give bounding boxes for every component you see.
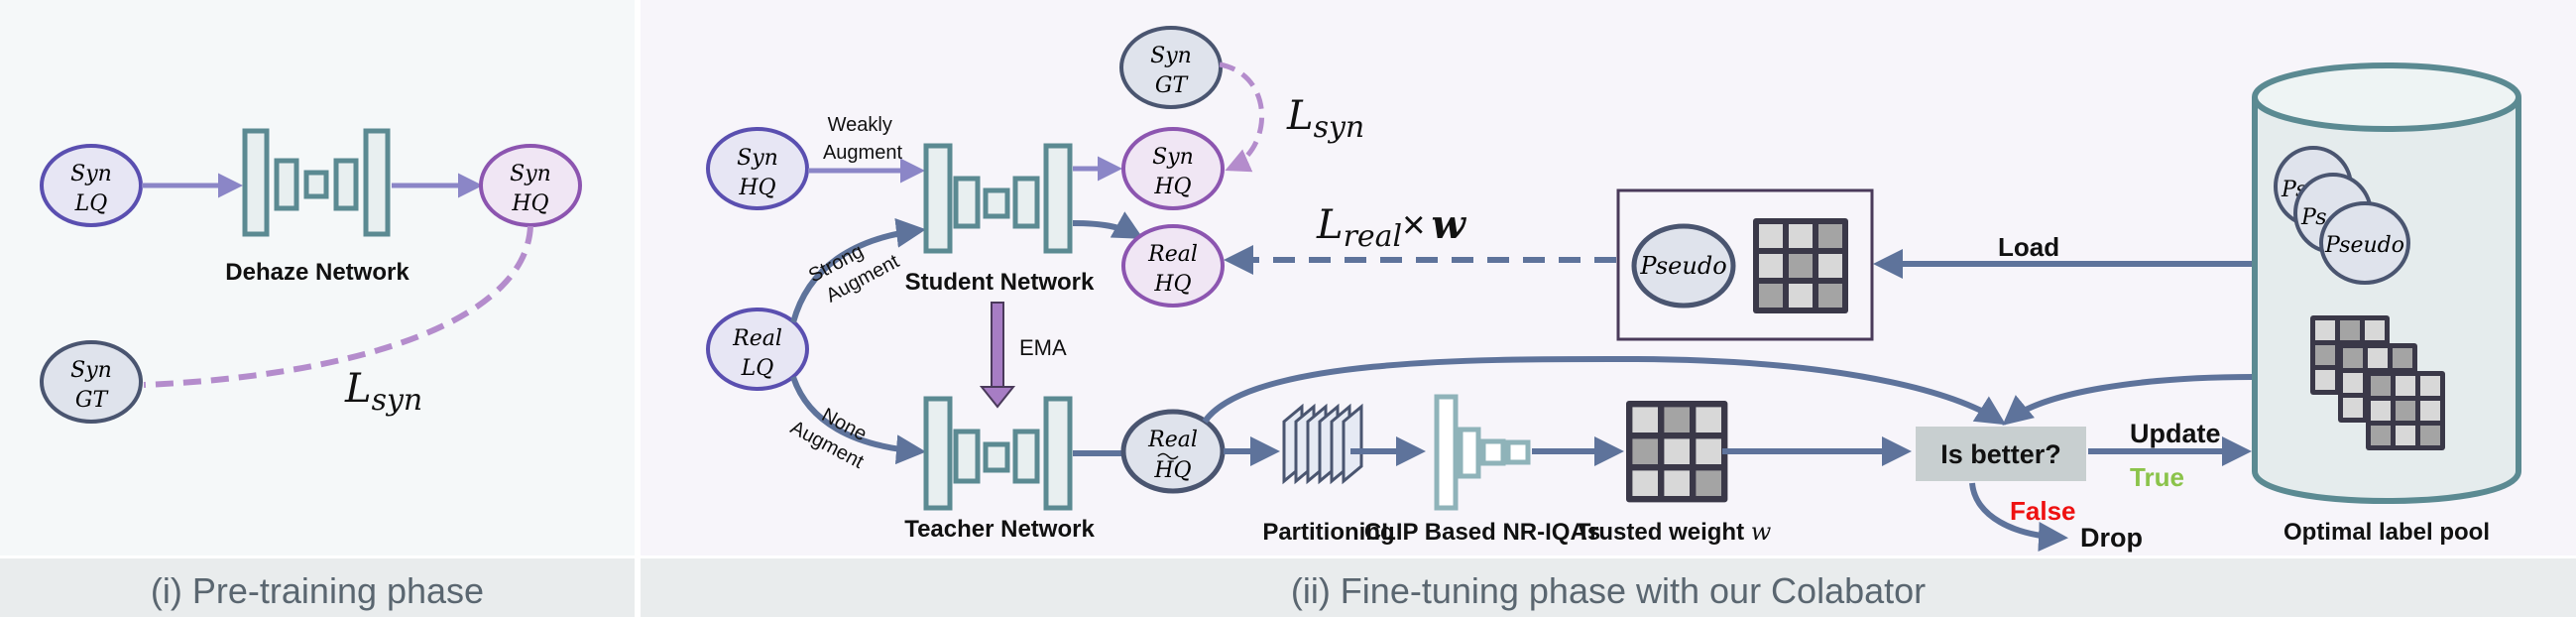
svg-text:Syn: Syn [70,162,112,186]
grid-cell-light [2396,426,2415,445]
grid-cell-light [1696,407,1721,432]
svg-text:Syn: Syn [1152,145,1194,170]
node-real-hq-output: Real HQ [1121,224,1225,308]
grid-cell-light [2368,348,2388,368]
svg-text:Syn: Syn [1150,44,1192,68]
grid-cell-mid [2343,348,2363,368]
load-label: Load [1998,232,2059,262]
node-pseudo: Pseudo [1631,223,1736,308]
ema-label: EMA [1019,335,1067,360]
trusted-weight-grid [1626,401,1728,503]
student-network-label: Student Network [905,269,1095,296]
svg-text:Pseudo: Pseudo [2324,233,2404,258]
pool-grid-front [2366,371,2445,450]
grid-cell-light [1789,284,1813,308]
grid-cell-light [2315,370,2335,390]
grid-cell-mid [2371,376,2391,396]
grid-cell-light [1789,224,1813,248]
true-label: True [2130,462,2184,492]
svg-text:Syn: Syn [510,162,551,186]
dehaze-network-label: Dehaze Network [225,259,410,286]
svg-text:HQ: HQ [738,176,775,200]
grid-cell-mid [2340,320,2360,340]
grid-cell-mid [1759,284,1783,308]
grid-cell-mid [2420,426,2440,445]
svg-text:Real: Real [1147,242,1198,267]
svg-text:Syn: Syn [70,358,112,383]
svg-text:Syn: Syn [737,146,778,171]
grid-cell-mid [1632,438,1658,464]
grid-cell-light [1664,470,1690,496]
grid-cell-light [2371,401,2391,421]
grid-cell-light [1632,470,1658,496]
node-syn-hq-input: Syn HQ [706,127,809,210]
grid-cell-mid [1789,254,1813,278]
svg-text:Real: Real [732,326,782,351]
svg-text:HQ: HQ [1153,175,1191,199]
teacher-network-label: Teacher Network [904,516,1095,543]
grid-cell-light [2420,401,2440,421]
svg-text:GT: GT [75,388,110,413]
grid-cell-mid [1818,224,1842,248]
grid-cell-light [2365,320,2385,340]
caption-pretraining: (i) Pre-training phase [151,570,484,611]
node-real-hq-tilde: Real HQ [1120,409,1226,494]
false-label: False [2010,496,2076,526]
grid-cell-light [1696,438,1721,464]
grid-cell-light [1759,254,1783,278]
drop-label: Drop [2080,523,2143,553]
svg-text:HQ: HQ [1153,272,1191,297]
grid-cell-light [1818,254,1842,278]
grid-cell-mid [2315,345,2335,365]
grid-cell-light [2396,376,2415,396]
pool-label: Optimal label pool [2283,519,2490,546]
grid-cell-light [2343,398,2363,418]
svg-text:Pseudo: Pseudo [1639,252,1726,280]
node-syn-hq: Syn HQ [479,144,582,227]
grid-cell-mid [1818,284,1842,308]
grid-cell-light [2420,376,2440,396]
svg-text:HQ: HQ [1153,458,1191,483]
trusted-weight-label: Trusted weight w [1577,518,1772,546]
svg-text:Real: Real [1147,428,1198,452]
decision-label: Is better? [1940,439,2061,469]
svg-text:GT: GT [1155,73,1190,98]
grid-cell-light [2343,373,2363,393]
svg-text:Ps: Ps [2300,205,2327,230]
node-syn-gt: Syn GT [40,340,143,424]
grid-cell-light [2315,320,2335,340]
grid-cell-mid [1696,470,1721,496]
update-label: Update [2130,419,2221,448]
node-syn-gt-finetune: Syn GT [1119,26,1223,109]
caption-finetuning: (ii) Fine-tuning phase with our Colabato… [1291,570,1926,611]
partitioning-icon [1282,403,1363,485]
grid-cell-mid [1664,407,1690,432]
grid-cell-light [1632,407,1658,432]
grid-cell-mid [2393,348,2412,368]
node-syn-hq-output: Syn HQ [1121,127,1225,210]
node-syn-lq: Syn LQ [40,144,143,227]
weight-grid-pseudo-box [1753,218,1848,313]
colabator-diagram: (i) Pre-training phase (ii) Fine-tuning … [0,0,2576,617]
grid-cell-light [1664,438,1690,464]
clip-label: CLIP Based NR-IQAs [1364,519,1600,546]
svg-text:LQ: LQ [74,191,108,216]
svg-text:LQ: LQ [741,356,774,381]
svg-text:HQ: HQ [511,191,548,216]
grid-cell-mid [2371,426,2391,445]
grid-cell-light [1759,224,1783,248]
partition-sheet [1342,403,1363,485]
grid-cell-mid [2396,401,2415,421]
